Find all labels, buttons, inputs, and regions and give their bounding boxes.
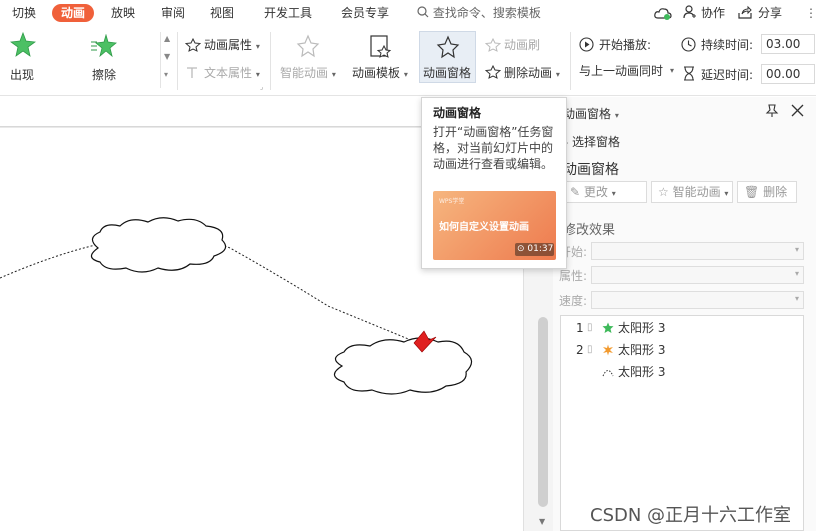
cloud-sync-icon[interactable]: [654, 6, 672, 20]
anim-pane-label: 动画窗格: [423, 66, 472, 80]
close-icon[interactable]: [791, 104, 804, 117]
gallery-scroller[interactable]: ▲ ▼ ▾: [160, 32, 174, 88]
thumb-brand: WPS学堂: [439, 198, 465, 205]
search-box[interactable]: 查找命令、搜索模板: [417, 4, 541, 22]
prop-select[interactable]: ▾: [591, 266, 804, 284]
arc-path-icon: [602, 370, 614, 377]
effect-appear[interactable]: 出现: [10, 67, 34, 83]
item-name: 太阳形 3: [618, 365, 666, 379]
mouse-trigger-icon: ▯: [587, 322, 593, 333]
tooltip-video-thumbnail[interactable]: WPS学堂 如何自定义设置动画 ⊙ 01:37: [433, 191, 556, 260]
text-props-icon: [187, 67, 197, 78]
duration-input[interactable]: 03.00: [761, 34, 815, 54]
text-props-button[interactable]: 文本属性 ▾: [204, 65, 260, 83]
cloud-shape-1[interactable]: [90, 217, 227, 273]
video-duration-badge: ⊙ 01:37: [515, 243, 554, 256]
item-number: 2: [576, 343, 584, 357]
list-item[interactable]: 1 ▯ 太阳形 3: [561, 317, 803, 339]
anim-brush-button[interactable]: 动画刷: [504, 37, 540, 53]
anim-pane-tooltip: 动画窗格 打开“动画窗格”任务窗格，对当前幻灯片中的动画进行查看或编辑。 WPS…: [421, 97, 567, 269]
animation-list: 1 ▯ 太阳形 3 2 ▯ 太阳形 3 太阳形 3: [560, 315, 804, 531]
list-item[interactable]: 2 ▯ 太阳形 3: [561, 339, 803, 361]
thumb-title: 如何自定义设置动画: [439, 222, 529, 233]
anim-props-button[interactable]: 动画属性 ▾: [204, 37, 260, 55]
menu-bar: 切换 动画 放映 审阅 视图 开发工具 会员专享 查找命令、搜索模板 协作 分享…: [0, 0, 816, 26]
smart-anim-button[interactable]: 智能动画 ▾: [280, 65, 336, 83]
share-icon: [738, 5, 752, 19]
scroll-thumb[interactable]: [538, 317, 548, 507]
group-expand-icon[interactable]: ⌟: [260, 83, 263, 91]
speed-label: 速度:: [559, 294, 588, 308]
delete-pane-button[interactable]: 🗑 删除: [737, 181, 797, 203]
anim-template-button[interactable]: 动画模板 ▾: [352, 65, 408, 83]
collab-button[interactable]: 协作: [701, 4, 725, 22]
change-button[interactable]: ✎ 更改 ▾: [563, 181, 647, 203]
prop-label: 属性:: [559, 269, 588, 283]
more-icon[interactable]: ⋮: [805, 4, 816, 22]
delete-anim-icon: [485, 65, 501, 79]
tab-slideshow[interactable]: 放映: [111, 4, 135, 22]
pane-title: 动画窗格: [563, 162, 619, 178]
pane-header[interactable]: 动画窗格 ▾: [563, 105, 619, 122]
tab-transition[interactable]: 切换: [12, 4, 36, 22]
cloud-shape-2[interactable]: [333, 337, 473, 395]
item-number: 1: [576, 321, 584, 335]
search-placeholder: 查找命令、搜索模板: [432, 6, 541, 20]
anim-pane-icon: [436, 35, 460, 59]
tooltip-title: 动画窗格: [433, 106, 482, 120]
appear-star-icon: [10, 32, 36, 57]
effect-erase[interactable]: 擦除: [92, 67, 116, 83]
smart-anim-pane-button[interactable]: ☆ 智能动画 ▾: [651, 181, 733, 203]
item-name: 太阳形 3: [618, 321, 666, 335]
list-item[interactable]: 太阳形 3: [561, 361, 803, 383]
play-circle-icon: ⊙: [517, 244, 525, 254]
tab-member[interactable]: 会员专享: [341, 4, 389, 22]
burst-orange-icon: [603, 344, 613, 356]
item-name: 太阳形 3: [618, 343, 666, 357]
anim-brush-icon: [485, 38, 501, 52]
select-pane-link[interactable]: ⌁ 选择窗格: [561, 133, 620, 150]
tab-animation[interactable]: 动画: [52, 4, 95, 22]
delete-anim-button[interactable]: 删除动画 ▾: [504, 65, 560, 83]
hourglass-icon: [684, 66, 694, 81]
mouse-trigger-icon: ▯: [587, 344, 593, 355]
start-play-select[interactable]: 与上一动画同时 ▾: [575, 62, 676, 82]
start-play-label: 开始播放:: [599, 38, 652, 52]
duration-label: 持续时间:: [701, 38, 754, 52]
speed-select[interactable]: ▾: [591, 291, 804, 309]
erase-star-icon: [91, 34, 117, 58]
pin-icon[interactable]: [765, 104, 779, 118]
anim-template-icon: [370, 35, 392, 58]
delay-label: 延迟时间:: [701, 68, 754, 82]
play-icon: [579, 37, 594, 52]
watermark: CSDN @正月十六工作室: [590, 505, 792, 526]
clock-icon: [681, 37, 696, 52]
modify-effect-label: 修改效果: [563, 223, 616, 238]
share-button[interactable]: 分享: [758, 4, 782, 22]
star-green-icon: [602, 322, 614, 333]
tab-review[interactable]: 审阅: [161, 4, 185, 22]
tab-view[interactable]: 视图: [210, 4, 234, 22]
start-select[interactable]: ▾: [591, 242, 804, 260]
tab-developer[interactable]: 开发工具: [264, 4, 312, 22]
tooltip-description: 打开“动画窗格”任务窗格，对当前幻灯片中的动画进行查看或编辑。: [433, 125, 554, 171]
search-icon: [417, 6, 429, 18]
ribbon: 出现 擦除 ▲ ▼ ▾ 动画属性 ▾ 文本属性 ▾ ⌟ 智能动画 ▾ 动画模板 …: [0, 26, 816, 96]
smart-anim-icon: [296, 34, 320, 58]
add-user-icon: [683, 5, 696, 19]
delay-input[interactable]: 00.00: [761, 64, 815, 84]
anim-props-icon: [185, 38, 201, 52]
